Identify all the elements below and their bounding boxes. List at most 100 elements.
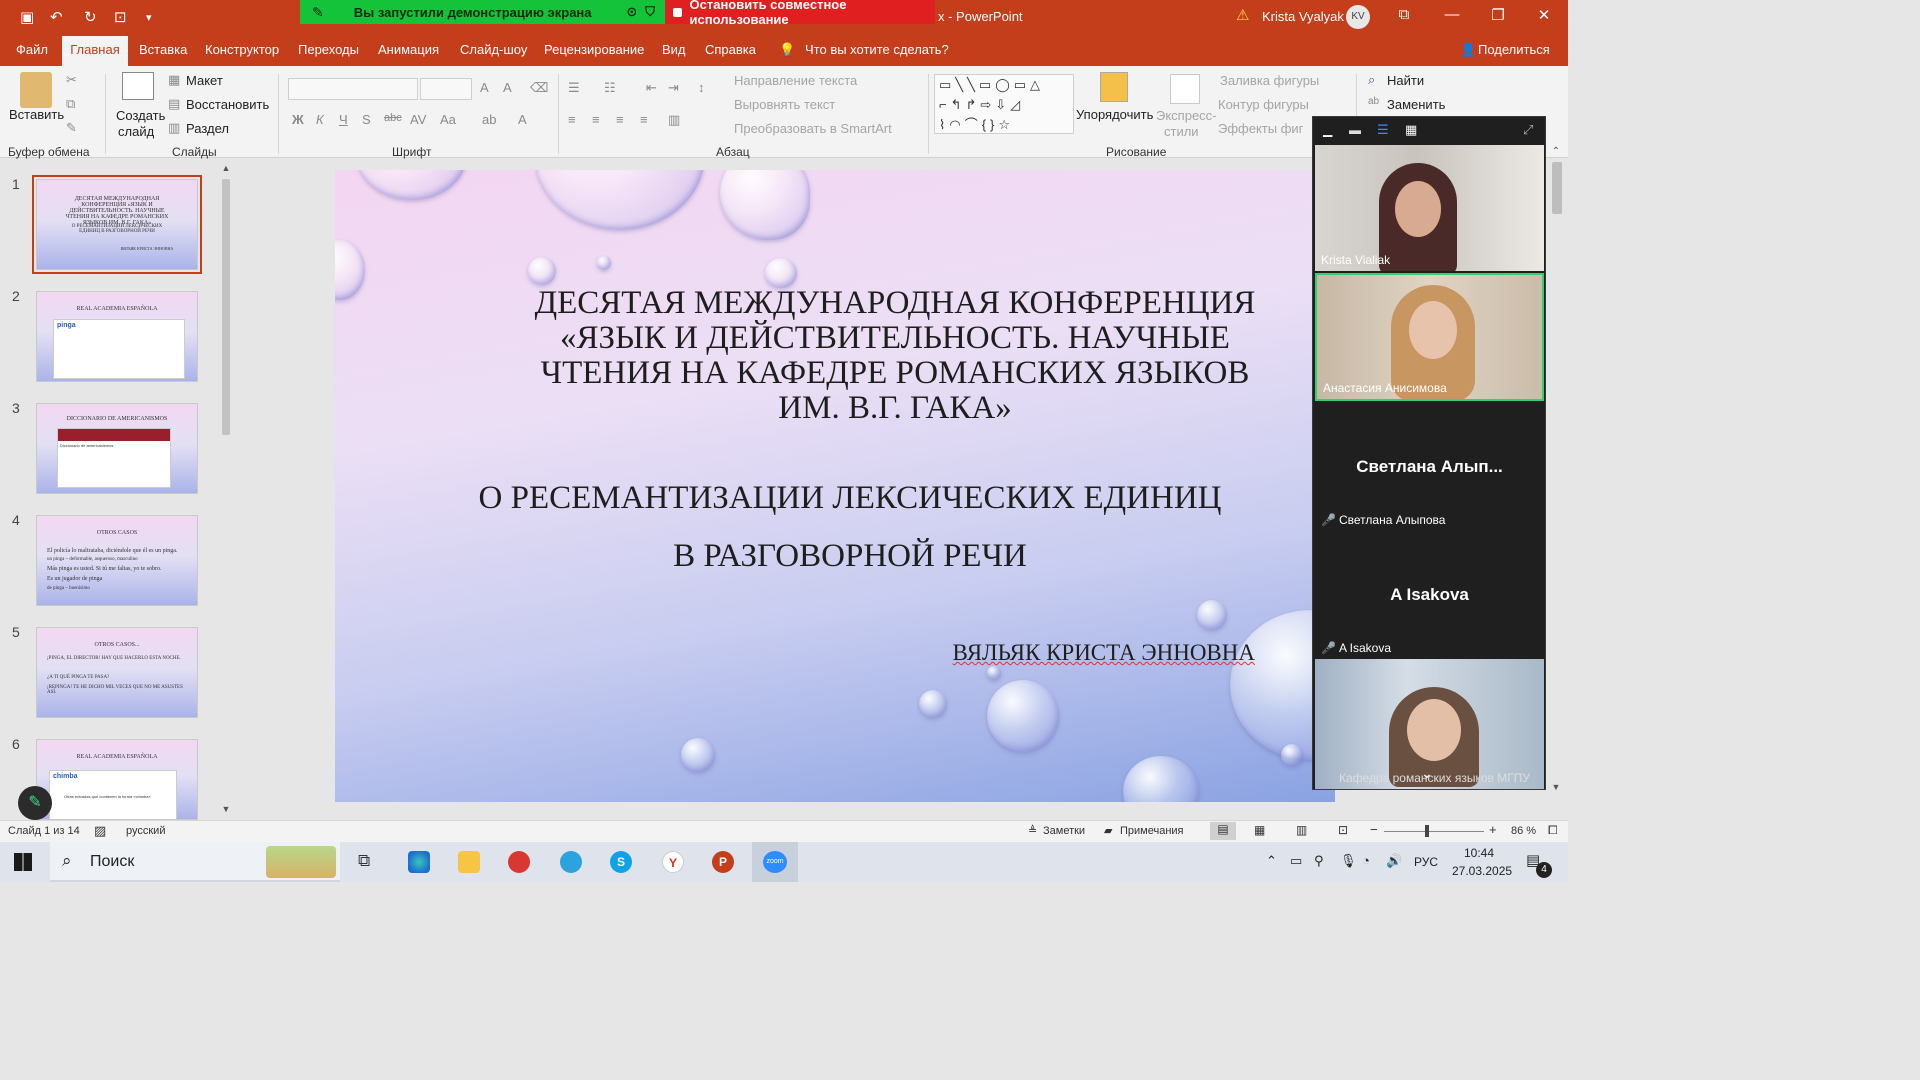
participant-tile-1[interactable]: Krista Vialiak <box>1315 145 1544 271</box>
tab-slideshow[interactable]: Слайд-шоу <box>460 42 527 57</box>
zoom-in-icon[interactable]: + <box>1489 822 1497 837</box>
telegram-icon[interactable] <box>560 851 582 873</box>
ribbon-display-icon[interactable]: ⧉ <box>1392 6 1416 23</box>
powerpoint-icon[interactable]: P <box>712 851 734 873</box>
participant-tile-5[interactable]: Кафедра романских языков МГПУ ⌄ <box>1315 659 1544 789</box>
thumbnail-slide-2[interactable]: REAL ACADEMIA ESPAÑOLA pinga <box>36 291 198 382</box>
minimize-icon[interactable]: — <box>1440 6 1464 23</box>
skype-icon[interactable]: S <box>610 851 632 873</box>
slideshow-view-icon[interactable]: ⊡ <box>1338 823 1348 837</box>
shadow-icon[interactable]: S <box>362 112 371 127</box>
maximize-icon[interactable]: ❐ <box>1486 6 1510 24</box>
clock-date[interactable]: 27.03.2025 <box>1452 864 1512 878</box>
zoom-taskbar-active[interactable]: zoom <box>752 842 798 882</box>
notes-button[interactable]: Заметки <box>1043 825 1085 837</box>
thumbnails-scrollbar[interactable]: ▲ ▼ <box>219 163 233 818</box>
clock-time[interactable]: 10:44 <box>1464 846 1494 860</box>
new-slide-label[interactable]: слайд <box>118 124 154 139</box>
spellcheck-icon[interactable]: ▨ <box>94 823 106 839</box>
tab-view[interactable]: Вид <box>662 42 686 57</box>
edge-icon[interactable] <box>408 851 430 873</box>
format-painter-icon[interactable]: ✎ <box>66 120 77 136</box>
speaker-view-icon[interactable]: ☰ <box>1377 122 1389 138</box>
pause-share-icon[interactable]: ⊙ <box>626 4 637 20</box>
reading-view-icon[interactable]: ▥ <box>1296 823 1307 837</box>
zoom-slider-thumb[interactable] <box>1425 825 1429 837</box>
new-slide-button[interactable]: Создать <box>116 108 165 123</box>
shield-icon[interactable]: ⛉ <box>645 4 655 20</box>
customize-qat-icon[interactable]: ▾ <box>146 11 152 24</box>
zoom-out-icon[interactable]: − <box>1370 822 1378 837</box>
justify-icon[interactable]: ≡ <box>640 112 648 127</box>
tell-me-search[interactable]: Что вы хотите сделать? <box>805 42 949 57</box>
thumbnail-slide-5[interactable]: OTROS CASOS... ¡PINGA, EL DIRECTOR! HAY … <box>36 627 198 718</box>
align-center-icon[interactable]: ≡ <box>592 112 600 127</box>
paste-icon[interactable] <box>20 72 52 108</box>
redo-icon[interactable]: ↻ <box>84 8 97 26</box>
scroll-down-icon[interactable]: ⌄ <box>1421 765 1433 782</box>
change-case-icon[interactable]: Aa <box>440 112 456 127</box>
fit-slide-icon[interactable]: ⧠ <box>1548 823 1558 838</box>
text-direction-button[interactable]: Направление текста <box>734 73 857 88</box>
spacing-icon[interactable]: AV <box>410 112 426 127</box>
volume-icon[interactable]: 🔊 <box>1386 853 1402 869</box>
replace-button[interactable]: Заменить <box>1387 97 1445 112</box>
underline-icon[interactable]: Ч <box>339 112 348 127</box>
grow-font-icon[interactable]: A <box>480 80 489 95</box>
pin-icon[interactable]: ✎ <box>312 4 324 21</box>
zoom-level[interactable]: 86 % <box>1511 825 1536 837</box>
hide-video-icon[interactable]: ▬ <box>1349 123 1361 137</box>
user-name[interactable]: Krista Vyalyak <box>1262 9 1344 24</box>
wifi-icon[interactable]: ◔ <box>1362 853 1370 868</box>
tab-help[interactable]: Справка <box>705 42 756 57</box>
tab-insert[interactable]: Вставка <box>139 42 187 57</box>
align-left-icon[interactable]: ≡ <box>568 112 576 127</box>
italic-icon[interactable]: К <box>316 112 324 127</box>
shrink-font-icon[interactable]: A <box>503 80 512 95</box>
app-icon[interactable] <box>508 851 530 873</box>
new-slide-icon[interactable] <box>122 72 154 100</box>
font-color-icon[interactable]: A <box>518 112 527 127</box>
tab-transitions[interactable]: Переходы <box>298 42 359 57</box>
paste-button[interactable]: Вставить <box>9 107 64 122</box>
line-spacing-icon[interactable]: ↕ <box>698 80 705 95</box>
minimize-panel-icon[interactable]: ▁ <box>1323 123 1332 137</box>
increase-indent-icon[interactable]: ⇥ <box>668 80 679 96</box>
font-size-select[interactable] <box>420 78 472 100</box>
tab-animation[interactable]: Анимация <box>378 42 439 57</box>
main-scrollbar[interactable]: ⌃ ▼ <box>1548 146 1564 792</box>
zoom-slider[interactable] <box>1384 831 1484 832</box>
camera-icon[interactable]: ⚲ <box>1314 853 1324 869</box>
battery-icon[interactable]: ▭ <box>1290 853 1302 869</box>
find-button[interactable]: Найти <box>1387 73 1424 88</box>
align-right-icon[interactable]: ≡ <box>616 112 624 127</box>
thumbnail-slide-1[interactable]: ДЕСЯТАЯ МЕЖДУНАРОДНАЯ КОНФЕРЕНЦИЯ «ЯЗЫК … <box>32 175 202 274</box>
tab-design[interactable]: Конструктор <box>205 42 279 57</box>
taskbar-search-box[interactable]: ⌕ Поиск <box>50 842 340 882</box>
bold-icon[interactable]: Ж <box>292 112 304 127</box>
quick-styles-label[interactable]: стили <box>1164 124 1199 139</box>
presentation-icon[interactable]: ⊡ <box>114 8 127 26</box>
numbering-icon[interactable]: ☷ <box>604 80 616 96</box>
thumbnail-slide-6[interactable]: REAL ACADEMIA ESPAÑOLA chimba Otras entr… <box>36 739 198 820</box>
comments-button[interactable]: Примечания <box>1120 825 1184 837</box>
current-slide[interactable]: ДЕСЯТАЯ МЕЖДУНАРОДНАЯ КОНФЕРЕНЦИЯ «ЯЗЫК … <box>335 170 1335 802</box>
input-language[interactable]: РУС <box>1414 855 1438 869</box>
layout-button[interactable]: Макет <box>186 73 223 88</box>
shape-outline-button[interactable]: Контур фигуры <box>1218 97 1309 112</box>
font-family-select[interactable] <box>288 78 418 100</box>
decrease-indent-icon[interactable]: ⇤ <box>646 80 657 96</box>
cut-icon[interactable]: ✂ <box>66 72 77 88</box>
copy-icon[interactable]: ⧉ <box>66 96 75 112</box>
save-icon[interactable]: ▣ <box>20 8 34 26</box>
close-icon[interactable]: ✕ <box>1532 6 1556 24</box>
strikethrough-icon[interactable]: abc <box>384 112 402 124</box>
task-view-icon[interactable]: ⧉ <box>358 851 370 871</box>
thumbnail-slide-4[interactable]: OTROS CASOS El policía lo maltrataba, di… <box>36 515 198 606</box>
participant-tile-3[interactable]: Светлана Алып... 🎤 Светлана Алыпова <box>1315 405 1544 531</box>
arrange-button[interactable]: Упорядочить <box>1076 107 1153 122</box>
warning-icon[interactable]: ⚠ <box>1236 6 1249 24</box>
shape-fill-button[interactable]: Заливка фигуры <box>1220 73 1319 88</box>
participant-tile-4[interactable]: A Isakova 🎤 A Isakova <box>1315 533 1544 659</box>
microphone-icon[interactable]: 🎙 <box>1340 853 1357 869</box>
